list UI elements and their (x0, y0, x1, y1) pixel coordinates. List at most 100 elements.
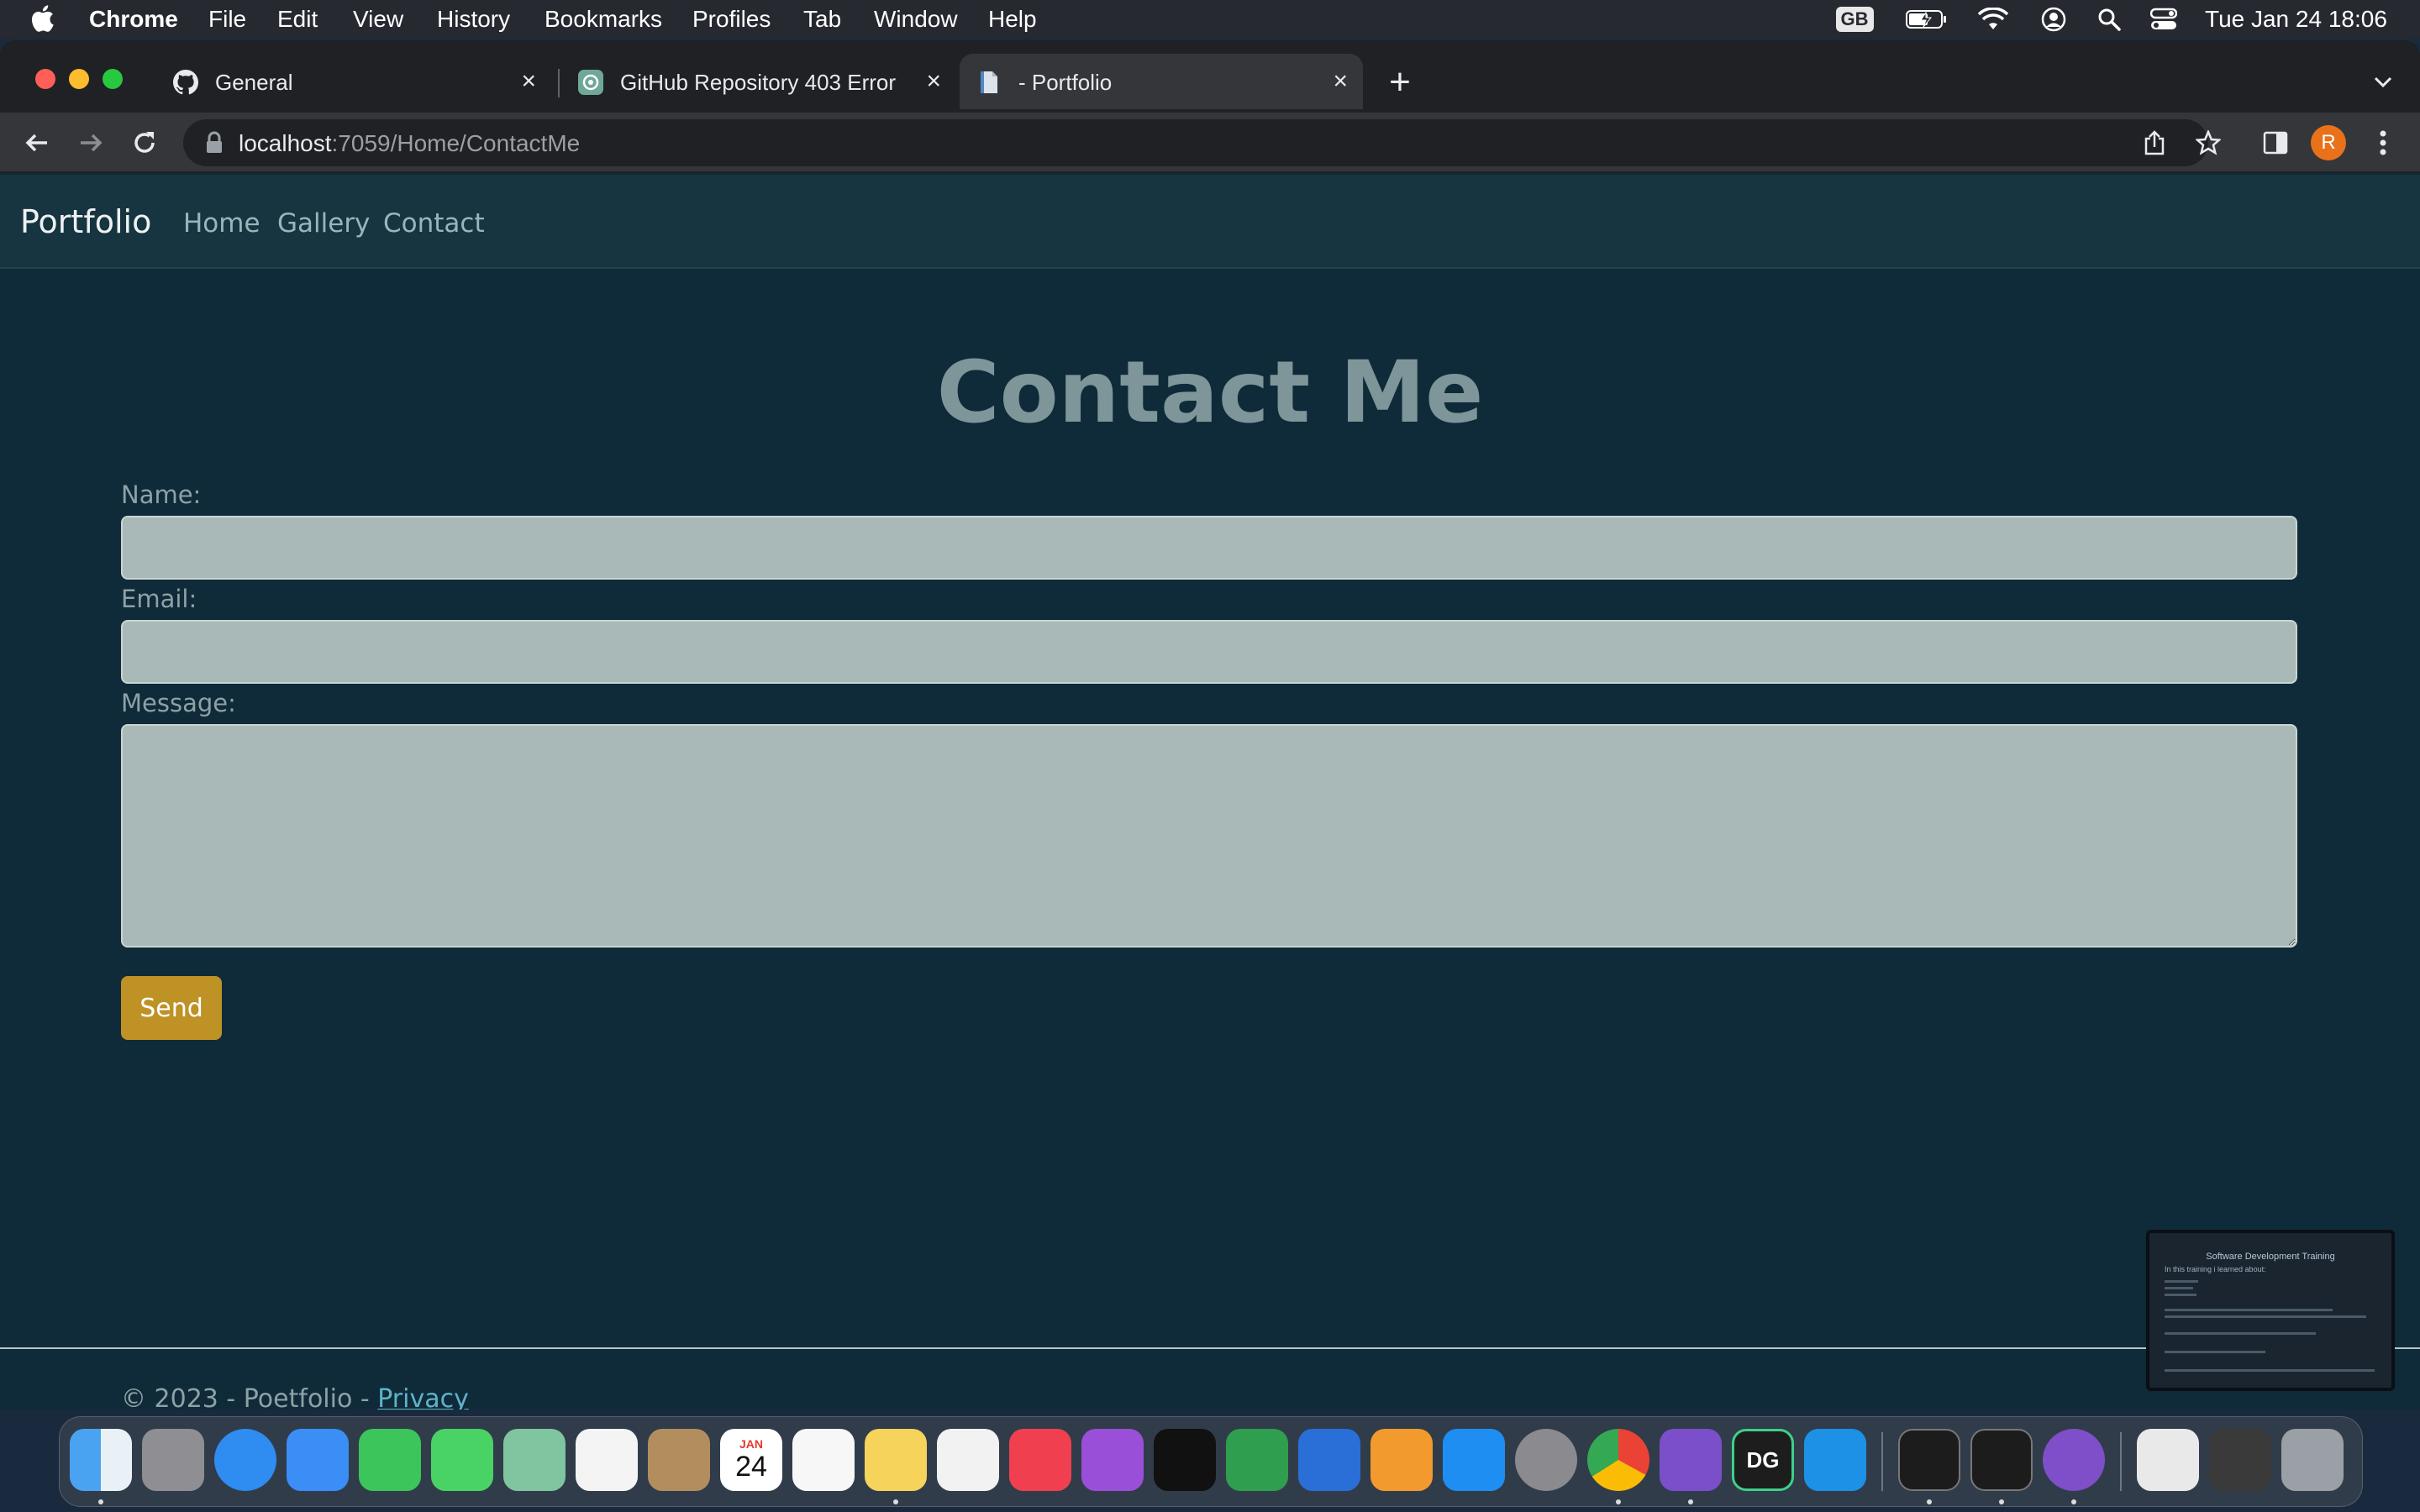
back-arrow-icon[interactable] (17, 123, 57, 163)
freeform-icon[interactable] (937, 1429, 999, 1491)
app-store-icon[interactable] (1443, 1429, 1505, 1491)
screenshot-thumbnail-preview[interactable]: Software Development Training In this tr… (2146, 1230, 2395, 1391)
more-menu-icon[interactable] (2365, 124, 2402, 161)
pages-icon[interactable] (1370, 1429, 1433, 1491)
menu-window[interactable]: Window (874, 6, 958, 33)
reminders-icon[interactable] (792, 1429, 855, 1491)
contacts-icon[interactable] (648, 1429, 710, 1491)
keyboard-layout-label: GB (1835, 7, 1874, 32)
site-footer: © 2023 - Poetfolio - Privacy (121, 1384, 469, 1410)
calendar-icon[interactable]: JAN 24 (720, 1429, 782, 1491)
name-input[interactable] (121, 516, 2297, 580)
message-textarea[interactable] (121, 724, 2297, 948)
terminal-icon[interactable] (1898, 1429, 1960, 1491)
keyboard-layout-indicator[interactable]: GB (1833, 0, 1876, 39)
wifi-icon[interactable] (1975, 0, 2012, 39)
window-minimize-button[interactable] (69, 69, 89, 89)
chrome-icon[interactable] (1587, 1429, 1649, 1491)
numbers-icon[interactable] (1226, 1429, 1288, 1491)
share-icon[interactable] (2136, 124, 2173, 161)
site-brand-link[interactable]: Portfolio (20, 203, 151, 240)
window-zoom-button[interactable] (103, 69, 123, 89)
thumbnail-title: Software Development Training (2206, 1252, 2335, 1262)
music-icon[interactable] (1009, 1429, 1071, 1491)
datagrip-icon[interactable]: DG (1732, 1429, 1794, 1491)
chrome-window: General × GitHub Repository 403 Error × … (0, 40, 2420, 1410)
messages-icon[interactable] (431, 1429, 493, 1491)
safari-icon[interactable] (214, 1429, 276, 1491)
tab-github-repository-403-error[interactable]: GitHub Repository 403 Error × (561, 54, 956, 109)
podcasts-icon[interactable] (1081, 1429, 1144, 1491)
profile-avatar[interactable]: R (2311, 125, 2346, 160)
system-settings-icon[interactable] (1515, 1429, 1577, 1491)
dock-separator (2120, 1432, 2122, 1491)
menu-profiles[interactable]: Profiles (692, 6, 771, 33)
control-center-icon[interactable] (2146, 0, 2181, 39)
visual-studio-icon[interactable] (1660, 1429, 1722, 1491)
window-close-button[interactable] (35, 69, 55, 89)
menu-file[interactable]: File (208, 6, 246, 33)
url-path: :7059/Home/ContactMe (331, 130, 581, 156)
tab-separator (558, 69, 560, 97)
tab-general[interactable]: General × (156, 54, 551, 109)
menu-bar-clock[interactable]: Tue Jan 24 18:06 (2205, 6, 2387, 33)
menu-edit[interactable]: Edit (277, 6, 318, 33)
tab-search-chevron-down-icon[interactable] (2363, 62, 2403, 102)
zip-archive-icon[interactable] (2137, 1429, 2199, 1491)
launchpad-icon[interactable] (142, 1429, 204, 1491)
nav-link-contact[interactable]: Contact (383, 208, 485, 239)
nav-link-gallery[interactable]: Gallery (277, 208, 370, 239)
close-icon[interactable]: × (521, 67, 536, 96)
name-label: Name: (121, 480, 202, 509)
running-indicator (1999, 1499, 2004, 1504)
address-bar[interactable]: localhost:7059/Home/ContactMe (183, 119, 2208, 166)
keynote-icon[interactable] (1298, 1429, 1360, 1491)
apple-menu-icon[interactable] (31, 5, 54, 38)
message-label: Message: (121, 689, 236, 717)
trash-icon[interactable] (2281, 1429, 2344, 1491)
tab-strip: General × GitHub Repository 403 Error × … (0, 40, 2420, 113)
dock-separator (1881, 1432, 1883, 1491)
nav-link-home[interactable]: Home (183, 208, 260, 239)
apple-tv-icon[interactable] (1154, 1429, 1216, 1491)
menu-help[interactable]: Help (988, 6, 1037, 33)
photos-icon[interactable] (576, 1429, 638, 1491)
send-button[interactable]: Send (121, 976, 222, 1040)
github-desktop-icon[interactable] (2043, 1429, 2105, 1491)
side-panel-icon[interactable] (2257, 124, 2294, 161)
browser-toolbar: localhost:7059/Home/ContactMe R (0, 113, 2420, 173)
menu-bookmarks[interactable]: Bookmarks (544, 6, 662, 33)
tab-portfolio[interactable]: - Portfolio × (960, 54, 1363, 109)
new-tab-plus-icon[interactable]: + (1380, 61, 1420, 102)
menu-view[interactable]: View (353, 6, 403, 33)
maps-icon[interactable] (503, 1429, 566, 1491)
finder-icon[interactable] (70, 1429, 132, 1491)
notes-icon[interactable] (865, 1429, 927, 1491)
lock-icon[interactable] (205, 131, 224, 159)
close-icon[interactable]: × (1333, 67, 1348, 96)
docker-icon[interactable] (1804, 1429, 1866, 1491)
user-account-icon[interactable] (2037, 0, 2070, 39)
privacy-link[interactable]: Privacy (377, 1384, 469, 1410)
spotlight-search-icon[interactable] (2092, 0, 2126, 39)
bookmark-star-icon[interactable] (2190, 124, 2227, 161)
battery-icon[interactable] (1904, 0, 1949, 39)
activity-monitor-icon[interactable] (1970, 1429, 2033, 1491)
mail-icon[interactable] (287, 1429, 349, 1491)
macos-menu-bar: Chrome File Edit View History Bookmarks … (0, 0, 2420, 39)
facetime-icon[interactable] (359, 1429, 421, 1491)
menu-tab[interactable]: Tab (803, 6, 841, 33)
thumbnail-text-line (2165, 1369, 2375, 1372)
reload-icon[interactable] (124, 123, 165, 163)
menu-history[interactable]: History (437, 6, 510, 33)
page-icon (976, 70, 1002, 95)
footer-copyright: © 2023 - Poetfolio - (121, 1384, 378, 1410)
close-icon[interactable]: × (926, 67, 941, 96)
screenshot-stack-icon[interactable] (2209, 1429, 2271, 1491)
menu-app-name[interactable]: Chrome (89, 6, 178, 33)
chatgpt-icon (578, 70, 603, 95)
page-heading: Contact Me (936, 343, 1484, 443)
calendar-day: 24 (735, 1450, 767, 1483)
email-input[interactable] (121, 620, 2297, 684)
forward-arrow-icon[interactable] (71, 123, 111, 163)
